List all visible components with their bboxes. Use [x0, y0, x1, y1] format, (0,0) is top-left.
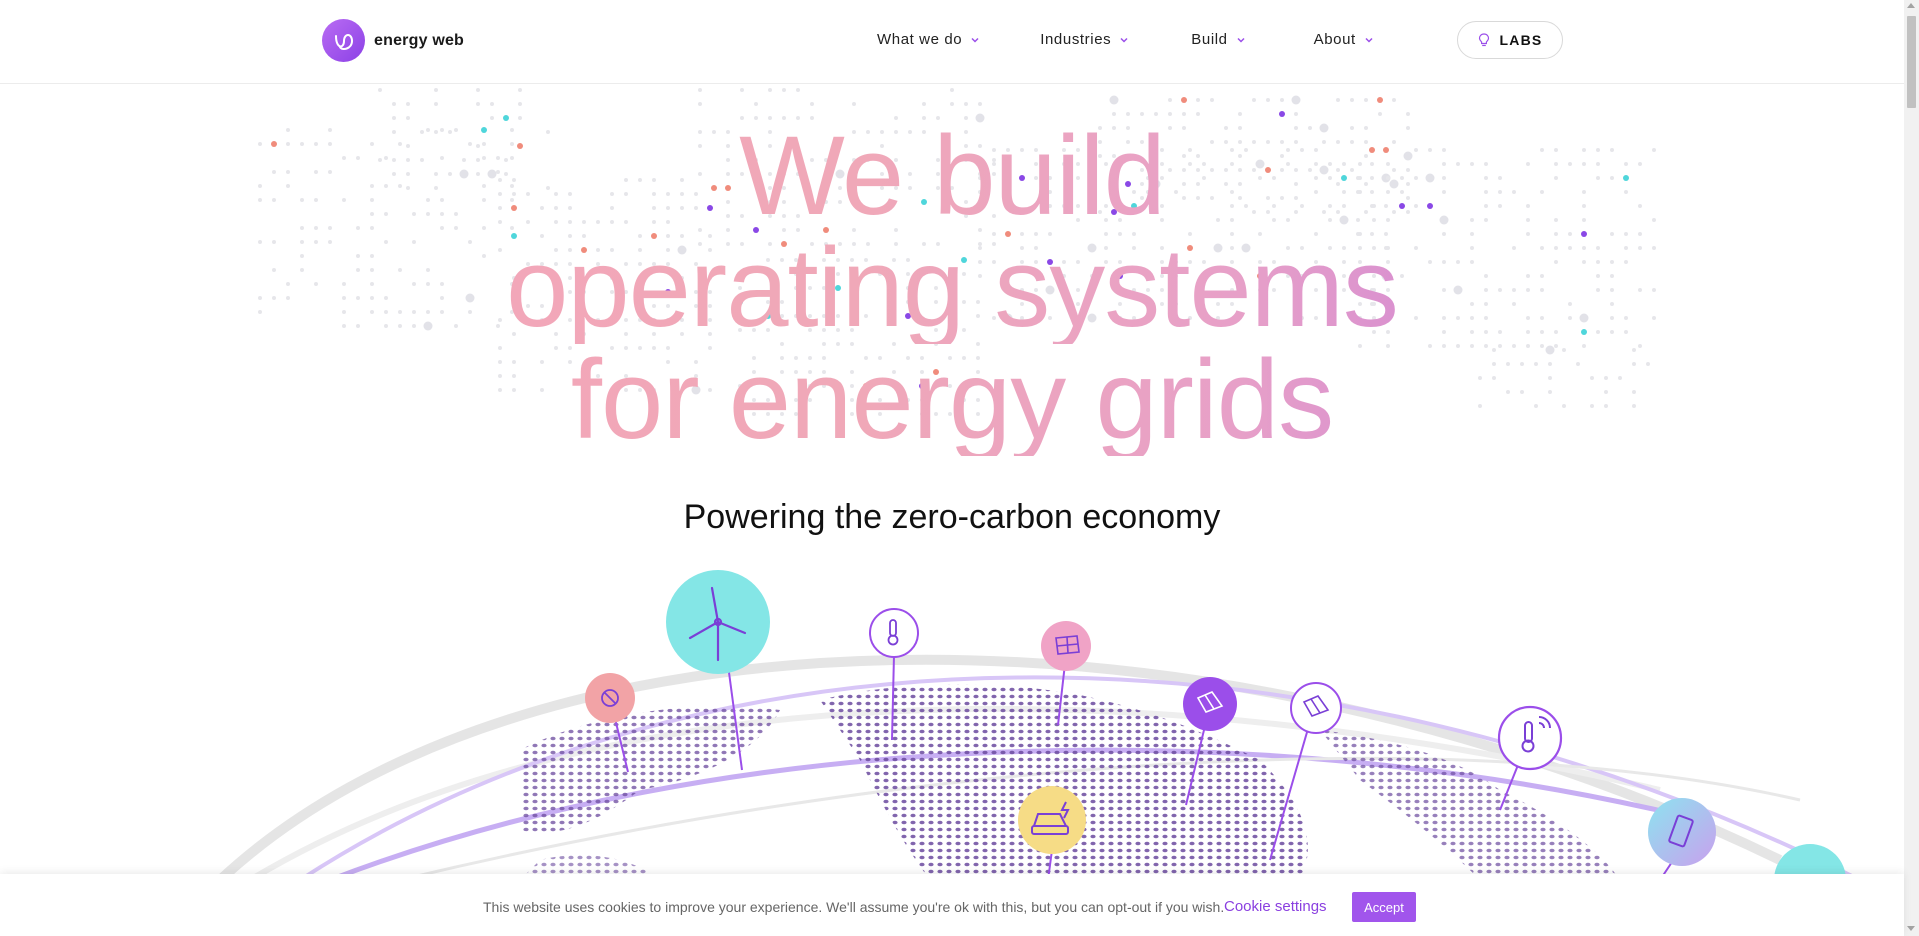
nav-about[interactable]: About — [1314, 31, 1374, 48]
map-dot — [1350, 98, 1354, 102]
map-dot — [768, 88, 772, 92]
solar-panel-icon — [1041, 621, 1091, 671]
battery-icon — [1648, 798, 1716, 866]
map-dot — [1266, 98, 1270, 102]
chevron-down-icon — [1237, 37, 1245, 43]
map-dot — [1280, 98, 1284, 102]
map-dot — [392, 102, 396, 106]
map-dot — [490, 102, 494, 106]
map-dot — [518, 102, 522, 106]
solar-roof-icon — [1183, 677, 1237, 731]
cookie-settings-link[interactable]: Cookie settings — [1224, 898, 1327, 915]
map-dot — [950, 102, 954, 106]
thermometer-icon — [869, 608, 919, 658]
solar-roof-outline-icon — [1290, 682, 1342, 734]
cookie-message: This website uses cookies to improve you… — [483, 899, 1225, 915]
map-dot — [476, 102, 480, 106]
hero-title-line: We build — [0, 120, 1904, 232]
nav-what-we-do[interactable]: What we do — [877, 31, 980, 48]
scroll-thumb[interactable] — [1907, 16, 1916, 108]
hero-subtitle: Powering the zero-carbon economy — [683, 498, 1221, 536]
map-dot — [782, 88, 786, 92]
map-dot — [1279, 111, 1285, 117]
nav-label: What we do — [877, 31, 963, 48]
map-dot — [922, 102, 926, 106]
cookie-banner: This website uses cookies to improve you… — [0, 874, 1904, 936]
globe-illustration — [216, 570, 1861, 880]
logo[interactable]: energy web — [322, 19, 464, 62]
main-nav: What we do Industries Build About — [877, 31, 1374, 48]
map-dot — [518, 88, 522, 92]
map-dot — [1406, 112, 1410, 116]
map-dot — [964, 102, 968, 106]
map-dot — [476, 88, 480, 92]
nav-industries[interactable]: Industries — [1040, 31, 1129, 48]
map-dot — [1182, 112, 1186, 116]
map-dot — [406, 102, 410, 106]
labs-label: LABS — [1499, 32, 1543, 48]
hero-title-line: for energy grids — [0, 344, 1904, 456]
map-dot — [796, 88, 800, 92]
brand-name: energy web — [374, 31, 465, 49]
chevron-down-icon — [1365, 37, 1373, 43]
map-dot — [1238, 112, 1242, 116]
electric-car-icon — [1018, 786, 1086, 854]
map-dot — [434, 88, 438, 92]
accept-cookies-button[interactable]: Accept — [1352, 892, 1416, 922]
map-dot — [1252, 98, 1256, 102]
map-dot — [1196, 98, 1200, 102]
page-scrollbar[interactable] — [1904, 0, 1919, 936]
map-dot — [1196, 112, 1200, 116]
nav-label: Industries — [1040, 31, 1112, 48]
map-dot — [378, 88, 382, 92]
map-dot — [1109, 95, 1119, 105]
map-dot — [434, 102, 438, 106]
map-dot — [1378, 112, 1382, 116]
map-dot — [978, 102, 982, 106]
smart-thermometer-icon — [1497, 705, 1563, 771]
map-dot — [852, 102, 856, 106]
map-dot — [754, 102, 758, 106]
map-dot — [1392, 98, 1396, 102]
map-dot — [1364, 98, 1368, 102]
nav-build[interactable]: Build — [1191, 31, 1245, 48]
wind-turbine-icon — [666, 570, 770, 674]
map-dot — [1291, 95, 1301, 105]
energy-web-logo-icon — [322, 19, 365, 62]
labs-button[interactable]: LABS — [1457, 21, 1563, 59]
map-dot — [1168, 98, 1172, 102]
lightbulb-icon — [1478, 33, 1489, 47]
map-dot — [810, 102, 814, 106]
charging-plug-icon — [585, 673, 635, 723]
map-dot — [1294, 112, 1298, 116]
scroll-up-arrow-icon[interactable] — [1907, 3, 1915, 8]
scroll-down-arrow-icon[interactable] — [1907, 926, 1915, 931]
map-dot — [740, 88, 744, 92]
hero-title: We build operating systems for energy gr… — [0, 120, 1904, 456]
map-dot — [1168, 112, 1172, 116]
map-dot — [1336, 98, 1340, 102]
nav-label: Build — [1191, 31, 1228, 48]
map-dot — [698, 102, 702, 106]
map-dot — [1210, 98, 1214, 102]
map-dot — [950, 88, 954, 92]
chevron-down-icon — [1120, 37, 1128, 43]
hero-title-line: operating systems — [0, 232, 1904, 344]
map-dot — [1181, 97, 1187, 103]
nav-label: About — [1313, 31, 1356, 48]
chevron-down-icon — [971, 37, 979, 43]
map-dot — [698, 88, 702, 92]
site-header: energy web What we do Industries Build A… — [0, 0, 1904, 84]
map-dot — [1377, 97, 1383, 103]
